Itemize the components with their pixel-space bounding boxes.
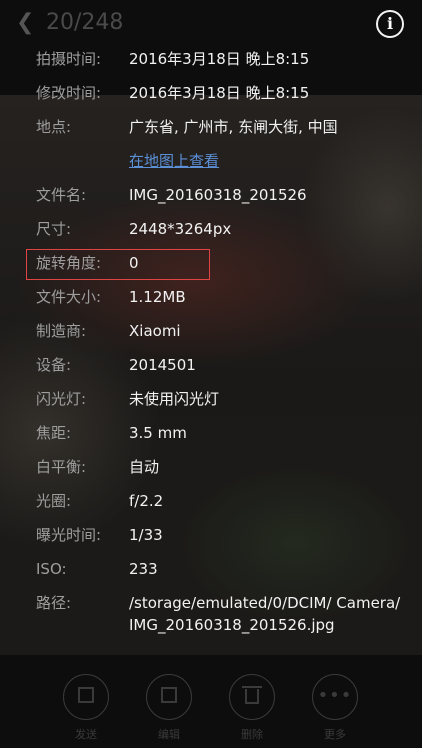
delete-button[interactable]: 删除	[227, 674, 277, 744]
detail-value: f/2.2	[129, 492, 164, 510]
more-icon: •••	[312, 674, 358, 720]
detail-value: 自动	[129, 458, 160, 476]
view-on-map-link[interactable]: 在地图上查看	[129, 146, 219, 176]
detail-row-modified-time: 修改时间: 2016年3月18日 晚上8:15	[0, 78, 422, 108]
detail-value: 1/33	[129, 526, 163, 544]
detail-row-exposure-time: 曝光时间: 1/33	[0, 520, 422, 550]
detail-value: 2016年3月18日 晚上8:15	[129, 84, 310, 102]
detail-value: 3.5 mm	[129, 424, 187, 442]
detail-value: 233	[129, 560, 158, 578]
detail-label: 拍摄时间:	[36, 50, 102, 68]
detail-value: 2016年3月18日 晚上8:15	[129, 50, 310, 68]
rotation-highlight-box	[26, 249, 210, 280]
detail-label: 修改时间:	[36, 84, 102, 102]
more-button[interactable]: ••• 更多	[310, 674, 360, 744]
detail-value: 2014501	[129, 356, 196, 374]
detail-row-path: 路径: /storage/emulated/0/DCIM/ Camera/ IM…	[0, 588, 422, 658]
detail-label: 设备:	[36, 356, 72, 374]
detail-label: 焦距:	[36, 424, 72, 442]
detail-row-location: 地点: 广东省, 广州市, 东闸大街, 中国	[0, 112, 422, 142]
detail-row-capture-time: 拍摄时间: 2016年3月18日 晚上8:15	[0, 44, 422, 74]
send-button[interactable]: 发送	[61, 674, 111, 744]
detail-label: 曝光时间:	[36, 526, 102, 544]
photo-counter: 20/248	[46, 10, 124, 35]
detail-row-manufacturer: 制造商: Xiaomi	[0, 316, 422, 346]
detail-label: 光圈:	[36, 492, 72, 510]
detail-label: ISO:	[36, 560, 67, 578]
detail-row-flash: 闪光灯: 未使用闪光灯	[0, 384, 422, 414]
detail-label: 闪光灯:	[36, 390, 87, 408]
action-label: 发送	[75, 728, 97, 741]
detail-label: 尺寸:	[36, 220, 72, 238]
chevron-left-icon[interactable]: ❮	[16, 12, 34, 34]
detail-label: 文件名:	[36, 186, 87, 204]
detail-value: 未使用闪光灯	[129, 390, 220, 408]
detail-label: 制造商:	[36, 322, 87, 340]
detail-value: Xiaomi	[129, 322, 181, 340]
detail-value: 1.12MB	[129, 288, 186, 306]
detail-row-device: 设备: 2014501	[0, 350, 422, 380]
detail-row-dimensions: 尺寸: 2448*3264px	[0, 214, 422, 244]
detail-value: IMG_20160318_201526	[129, 186, 307, 204]
detail-label: 文件大小:	[36, 288, 102, 306]
bottom-action-bar: 发送 编辑 删除 ••• 更多	[0, 662, 422, 748]
detail-row-map-link: 在地图上查看	[0, 146, 422, 176]
top-bar: ❮ 20/248 i	[0, 0, 422, 48]
action-label: 编辑	[158, 728, 180, 741]
detail-row-file-size: 文件大小: 1.12MB	[0, 282, 422, 312]
info-icon[interactable]: i	[376, 10, 404, 38]
edit-button[interactable]: 编辑	[144, 674, 194, 744]
detail-value: 广东省, 广州市, 东闸大街, 中国	[129, 118, 338, 136]
edit-icon	[146, 674, 192, 720]
action-label: 更多	[324, 728, 346, 741]
share-icon	[63, 674, 109, 720]
trash-icon	[229, 674, 275, 720]
detail-row-white-balance: 白平衡: 自动	[0, 452, 422, 482]
detail-value: 2448*3264px	[129, 220, 232, 238]
detail-label: 路径:	[36, 594, 72, 612]
detail-label: 白平衡:	[36, 458, 87, 476]
detail-row-filename: 文件名: IMG_20160318_201526	[0, 180, 422, 210]
detail-row-iso: ISO: 233	[0, 554, 422, 584]
detail-row-aperture: 光圈: f/2.2	[0, 486, 422, 516]
detail-value: /storage/emulated/0/DCIM/ Camera/ IMG_20…	[129, 594, 401, 634]
detail-row-focal-length: 焦距: 3.5 mm	[0, 418, 422, 448]
detail-label: 地点:	[36, 118, 72, 136]
action-label: 删除	[241, 728, 263, 741]
